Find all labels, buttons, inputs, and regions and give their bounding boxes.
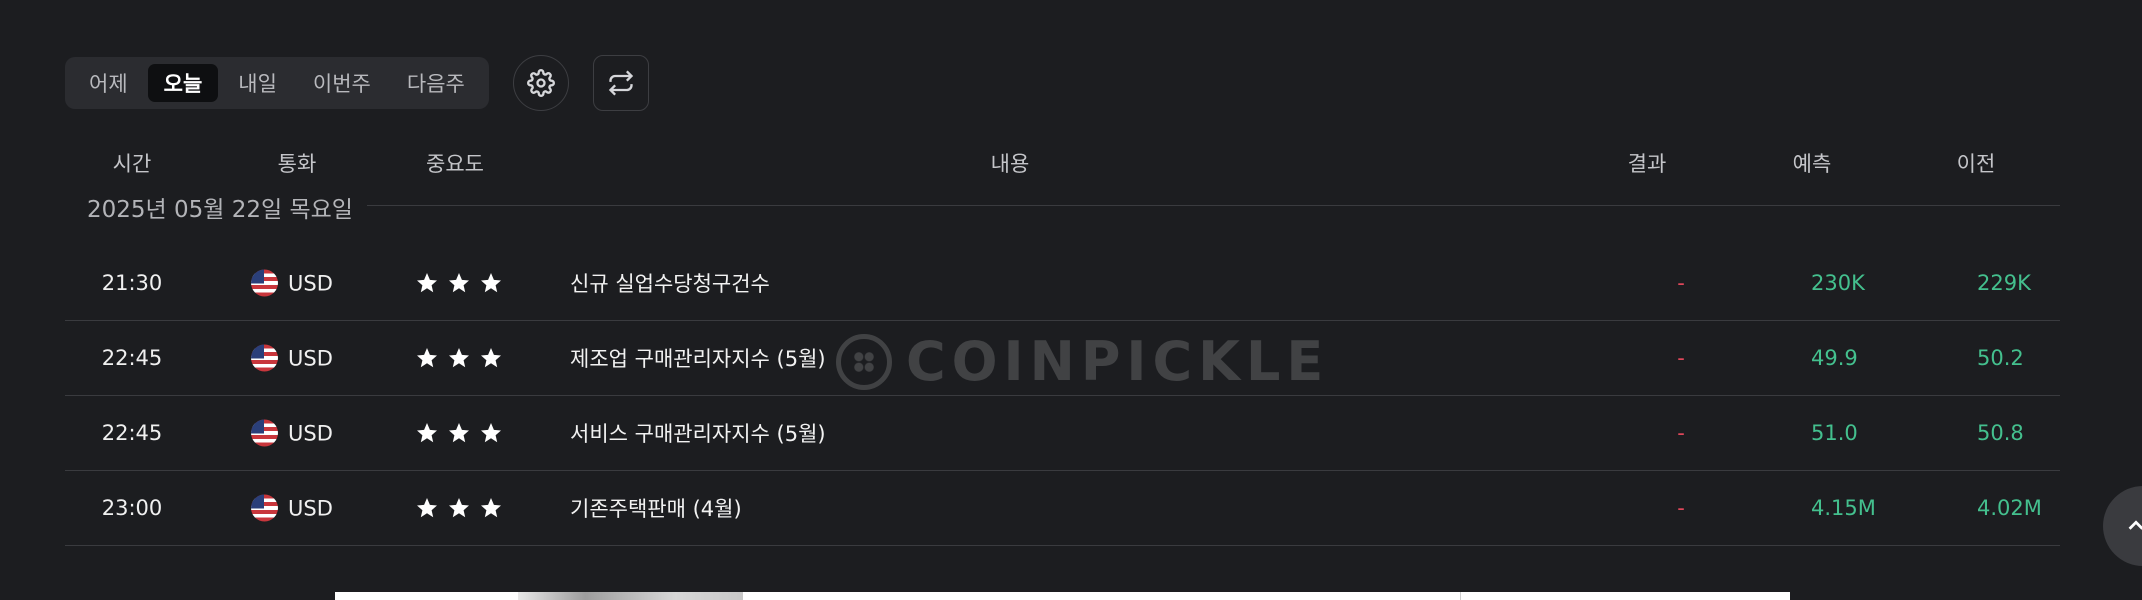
col-header-currency: 통화 xyxy=(277,152,317,176)
table-row[interactable]: 22:45 USD 서비스 구매관리자지수 (5월) - 51.0 50.8 xyxy=(65,396,2060,471)
table-header: 시간 통화 중요도 내용 결과 예측 이전 xyxy=(65,140,2060,184)
event-title: 신규 실업수당청구건수 xyxy=(570,272,770,296)
star-icon xyxy=(481,498,501,518)
refresh-button[interactable] xyxy=(592,55,649,111)
star-icon xyxy=(449,273,469,293)
event-forecast: 4.15M xyxy=(1811,496,1876,520)
event-currency: USD xyxy=(251,494,333,522)
event-title: 제조업 구매관리자지수 (5월) xyxy=(570,347,826,371)
divider xyxy=(1460,592,1461,600)
event-currency: USD xyxy=(251,344,333,372)
event-time: 23:00 xyxy=(101,496,163,520)
table-row[interactable]: 21:30 USD 신규 실업수당청구건수 - 230K 229K xyxy=(65,246,2060,321)
currency-code: USD xyxy=(288,496,333,520)
event-result: - xyxy=(1677,346,1685,370)
scroll-to-top-button[interactable] xyxy=(2103,486,2142,566)
event-forecast: 49.9 xyxy=(1811,346,1858,370)
tab-this-week[interactable]: 이번주 xyxy=(297,64,387,102)
us-flag-icon xyxy=(251,269,278,297)
tab-tomorrow[interactable]: 내일 xyxy=(222,64,293,102)
event-title: 기존주택판매 (4월) xyxy=(570,497,742,521)
event-previous: 50.8 xyxy=(1977,421,2024,445)
importance-stars xyxy=(415,421,503,445)
event-result: - xyxy=(1677,496,1685,520)
economic-calendar-table: 시간 통화 중요도 내용 결과 예측 이전 2025년 05월 22일 목요일 … xyxy=(65,140,2060,546)
event-forecast: 230K xyxy=(1811,271,1865,295)
star-icon xyxy=(449,498,469,518)
currency-code: USD xyxy=(288,346,333,370)
gear-icon xyxy=(526,69,555,97)
event-result: - xyxy=(1677,271,1685,295)
divider xyxy=(355,205,2060,206)
tab-yesterday[interactable]: 어제 xyxy=(73,64,144,102)
star-icon xyxy=(417,498,437,518)
table-row[interactable]: 22:45 USD 제조업 구매관리자지수 (5월) - 49.9 50.2 xyxy=(65,321,2060,396)
col-header-time: 시간 xyxy=(112,152,152,176)
importance-stars xyxy=(415,496,503,520)
star-icon xyxy=(481,423,501,443)
us-flag-icon xyxy=(251,344,278,372)
currency-code: USD xyxy=(288,271,333,295)
chevron-up-icon xyxy=(2128,520,2142,530)
event-time: 21:30 xyxy=(101,271,163,295)
event-previous: 4.02M xyxy=(1977,496,2042,520)
col-header-importance: 중요도 xyxy=(426,152,484,176)
refresh-icon xyxy=(608,70,634,96)
star-icon xyxy=(417,273,437,293)
table-row[interactable]: 23:00 USD 기존주택판매 (4월) - 4.15M 4.02M xyxy=(65,471,2060,546)
us-flag-icon xyxy=(251,494,278,522)
period-tabs: 어제 오늘 내일 이번주 다음주 xyxy=(65,57,489,109)
tab-next-week[interactable]: 다음주 xyxy=(391,64,481,102)
event-time: 22:45 xyxy=(101,421,163,445)
tab-today[interactable]: 오늘 xyxy=(147,64,219,102)
settings-button[interactable] xyxy=(512,55,569,111)
col-header-previous: 이전 xyxy=(1956,152,1996,176)
star-icon xyxy=(481,348,501,368)
star-icon xyxy=(449,423,469,443)
banner-image xyxy=(518,592,743,600)
star-icon xyxy=(417,348,437,368)
event-result: - xyxy=(1677,421,1685,445)
date-label: 2025년 05월 22일 목요일 xyxy=(87,190,367,224)
toolbar: 어제 오늘 내일 이번주 다음주 xyxy=(65,55,649,111)
event-previous: 229K xyxy=(1977,271,2031,295)
us-flag-icon xyxy=(251,419,278,447)
event-previous: 50.2 xyxy=(1977,346,2024,370)
event-currency: USD xyxy=(251,419,333,447)
event-forecast: 51.0 xyxy=(1811,421,1858,445)
event-time: 22:45 xyxy=(101,346,163,370)
event-title: 서비스 구매관리자지수 (5월) xyxy=(570,422,826,446)
currency-code: USD xyxy=(288,421,333,445)
importance-stars xyxy=(415,346,503,370)
bottom-banner[interactable] xyxy=(335,592,1790,600)
event-currency: USD xyxy=(251,269,333,297)
col-header-forecast: 예측 xyxy=(1792,152,1832,176)
col-header-result: 결과 xyxy=(1627,152,1667,176)
star-icon xyxy=(481,273,501,293)
col-header-content: 내용 xyxy=(990,152,1030,176)
date-group-header: 2025년 05월 22일 목요일 xyxy=(65,184,2060,246)
importance-stars xyxy=(415,271,503,295)
star-icon xyxy=(449,348,469,368)
star-icon xyxy=(417,423,437,443)
